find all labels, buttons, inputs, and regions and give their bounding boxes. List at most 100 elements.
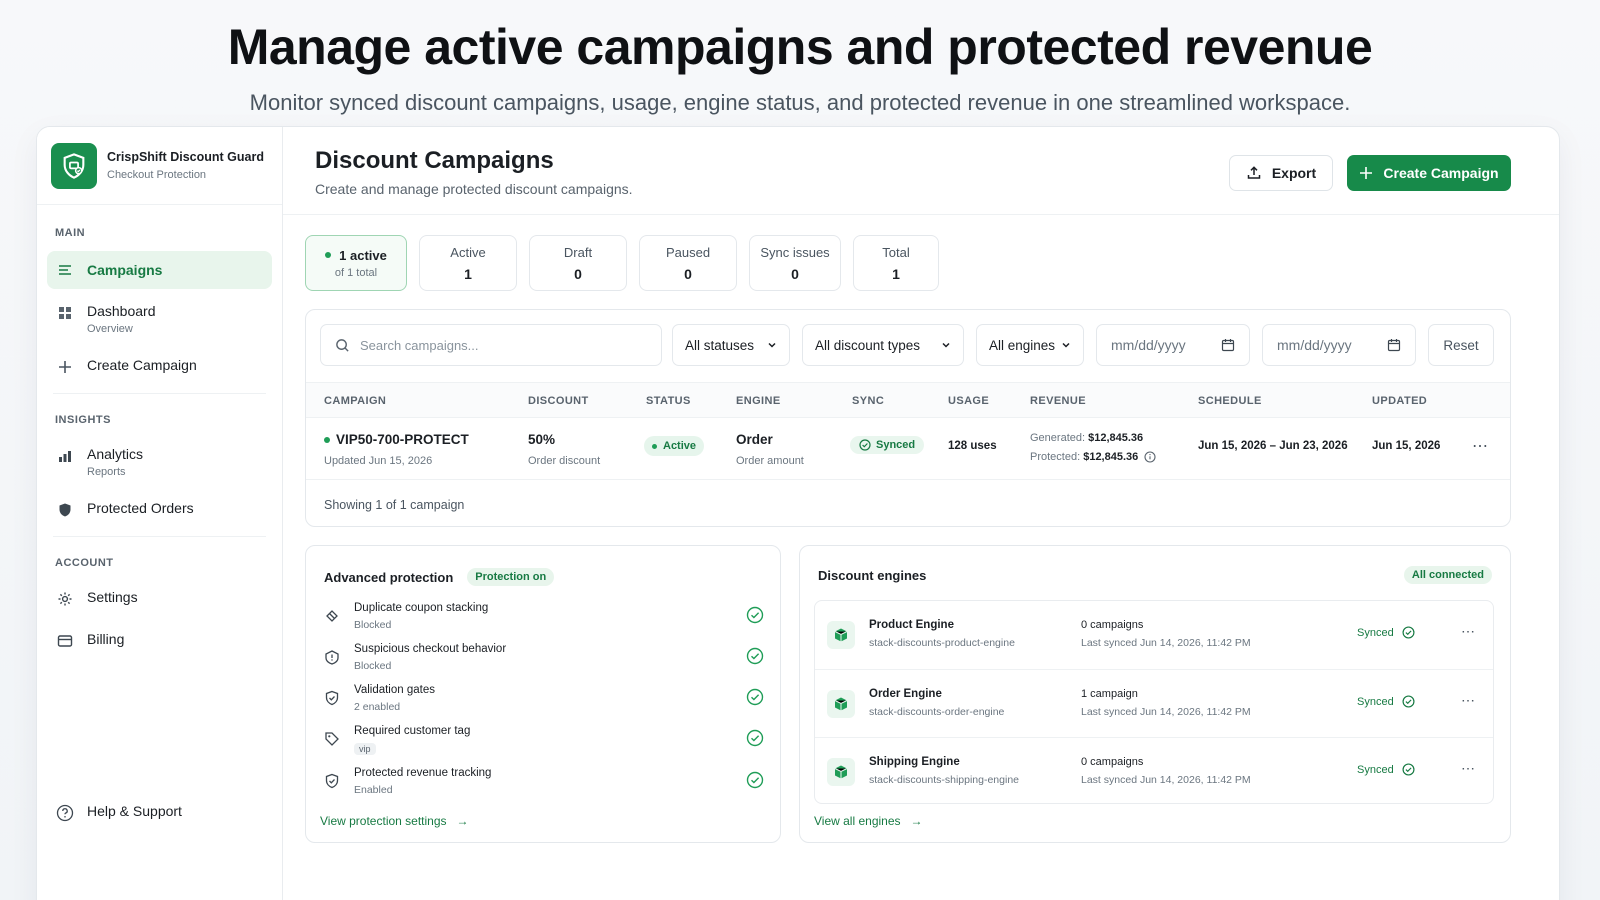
- sidebar-item-sublabel: Overview: [87, 323, 133, 335]
- sidebar-item-sublabel: Reports: [87, 466, 126, 478]
- table-row[interactable]: VIP50-700-PROTECT Updated Jun 15, 2026 5…: [306, 418, 1510, 480]
- app-window: CrispShift Discount Guard Checkout Prote…: [36, 126, 1560, 900]
- stat-value: 1: [464, 265, 472, 282]
- search-input[interactable]: [360, 337, 620, 353]
- engine-more-icon[interactable]: ⋯: [1461, 760, 1476, 777]
- protection-item-suspicious-checkout[interactable]: Suspicious checkout behavior Blocked: [324, 643, 764, 683]
- export-button[interactable]: Export: [1229, 155, 1333, 191]
- search-box[interactable]: [320, 324, 662, 366]
- protection-item-revenue-tracking[interactable]: Protected revenue tracking Enabled: [324, 767, 764, 807]
- divider: [53, 393, 266, 394]
- create-campaign-label: Create Campaign: [1383, 165, 1499, 181]
- help-icon: [55, 803, 75, 823]
- search-icon: [335, 338, 350, 353]
- reset-button[interactable]: Reset: [1428, 324, 1494, 366]
- grid-icon: [55, 303, 75, 323]
- sidebar-item-label: Protected Orders: [87, 500, 194, 516]
- column-header[interactable]: ENGINE: [736, 395, 781, 407]
- column-header[interactable]: SYNC: [852, 395, 884, 407]
- stat-active[interactable]: Active 1: [419, 235, 517, 291]
- sidebar-item-billing[interactable]: Billing: [47, 623, 272, 659]
- protection-item-tag: vip: [354, 743, 376, 755]
- date-from-input[interactable]: mm/dd/yyyy: [1096, 324, 1250, 366]
- engine-row-order[interactable]: Order Engine stack-discounts-order-engin…: [815, 669, 1493, 737]
- status-dot: [652, 443, 657, 449]
- date-from-placeholder: mm/dd/yyyy: [1111, 337, 1186, 353]
- table-header: CAMPAIGN DISCOUNT STATUS ENGINE SYNC USA…: [306, 382, 1510, 418]
- sidebar-item-protected-orders[interactable]: Protected Orders: [47, 492, 272, 528]
- sidebar: CrispShift Discount Guard Checkout Prote…: [37, 127, 283, 900]
- protection-status-badge: Protection on: [467, 568, 555, 586]
- sidebar-item-dashboard[interactable]: Dashboard Overview: [47, 295, 272, 343]
- campaign-updated: Updated Jun 15, 2026: [324, 455, 433, 467]
- sidebar-item-analytics[interactable]: Analytics Reports: [47, 438, 272, 486]
- schedule-cell: Jun 15, 2026 – Jun 23, 2026: [1198, 440, 1348, 452]
- sidebar-item-settings[interactable]: Settings: [47, 581, 272, 617]
- hero-title: Manage active campaigns and protected re…: [227, 19, 1373, 75]
- sidebar-item-label: Help & Support: [87, 803, 182, 819]
- calendar-icon: [1387, 338, 1401, 352]
- stat-summary[interactable]: 1 active of 1 total: [305, 235, 407, 291]
- stat-sync-issues[interactable]: Sync issues 0: [749, 235, 841, 291]
- list-icon: [55, 260, 75, 280]
- view-all-engines-link[interactable]: View all engines →: [814, 814, 923, 828]
- engine-row-product[interactable]: Product Engine stack-discounts-product-e…: [815, 601, 1493, 669]
- info-icon[interactable]: [1144, 451, 1156, 463]
- sync-badge: Synced: [850, 436, 925, 454]
- sidebar-item-create-campaign[interactable]: Create Campaign: [47, 349, 272, 385]
- stat-draft[interactable]: Draft 0: [529, 235, 627, 291]
- date-to-input[interactable]: mm/dd/yyyy: [1262, 324, 1416, 366]
- create-campaign-button[interactable]: Create Campaign: [1347, 155, 1511, 191]
- column-header[interactable]: SCHEDULE: [1198, 395, 1262, 407]
- usage-cell: 128 uses: [948, 440, 997, 452]
- row-more-icon[interactable]: ⋯: [1472, 436, 1489, 456]
- brand-name: CrispShift Discount Guard: [107, 150, 264, 164]
- campaigns-table-card: All statuses All discount types All engi…: [305, 309, 1511, 527]
- discount-type: Order discount: [528, 455, 601, 467]
- shield-logo-icon: [51, 142, 97, 189]
- stat-summary-sub: of 1 total: [334, 266, 378, 279]
- engine-campaign-count: 0 campaigns: [1081, 756, 1144, 768]
- protection-item-status: Blocked: [354, 619, 392, 631]
- stat-value: 0: [574, 265, 582, 282]
- protection-item-customer-tag[interactable]: Required customer tag vip: [324, 725, 764, 765]
- discount-type-select[interactable]: All discount types: [802, 324, 964, 366]
- nav-section-main: MAIN: [55, 227, 86, 239]
- stat-total[interactable]: Total 1: [853, 235, 939, 291]
- column-header[interactable]: DISCOUNT: [528, 395, 589, 407]
- column-header[interactable]: STATUS: [646, 395, 691, 407]
- sidebar-item-campaigns[interactable]: Campaigns: [47, 251, 272, 289]
- stat-summary-label: 1 active: [325, 248, 387, 263]
- updated-cell: Jun 15, 2026: [1372, 440, 1441, 452]
- stat-value: 0: [791, 265, 799, 282]
- engines-list: Product Engine stack-discounts-product-e…: [814, 600, 1494, 804]
- tag-badge: vip: [354, 743, 376, 755]
- status-dot: [324, 436, 330, 443]
- engine-more-icon[interactable]: ⋯: [1461, 623, 1476, 640]
- status-select[interactable]: All statuses: [672, 324, 790, 366]
- nav-section-account: ACCOUNT: [55, 557, 114, 569]
- card-title: Discount engines: [818, 568, 927, 583]
- protection-item-status: Enabled: [354, 784, 393, 796]
- engine-select[interactable]: All engines: [976, 324, 1084, 366]
- column-header[interactable]: UPDATED: [1372, 395, 1427, 407]
- engine-campaign-count: 1 campaign: [1081, 688, 1138, 700]
- sidebar-item-label: Settings: [87, 589, 138, 605]
- column-header[interactable]: CAMPAIGN: [324, 395, 386, 407]
- protection-item-duplicate-stacking[interactable]: Duplicate coupon stacking Blocked: [324, 602, 764, 642]
- column-header[interactable]: REVENUE: [1030, 395, 1086, 407]
- column-header[interactable]: USAGE: [948, 395, 989, 407]
- stat-label: Active: [450, 244, 486, 260]
- check-circle-icon: [1402, 626, 1415, 639]
- engine-more-icon[interactable]: ⋯: [1461, 692, 1476, 709]
- engine-slug: stack-discounts-shipping-engine: [869, 774, 1019, 786]
- sidebar-item-help[interactable]: Help & Support: [47, 795, 190, 831]
- engine-row-shipping[interactable]: Shipping Engine stack-discounts-shipping…: [815, 737, 1493, 805]
- view-protection-settings-link[interactable]: View protection settings →: [320, 814, 469, 828]
- protection-item-title: Required customer tag: [354, 725, 471, 737]
- protection-item-validation-gates[interactable]: Validation gates 2 enabled: [324, 684, 764, 724]
- sidebar-item-label: Billing: [87, 631, 125, 647]
- stat-paused[interactable]: Paused 0: [639, 235, 737, 291]
- campaign-name[interactable]: VIP50-700-PROTECT: [336, 432, 469, 447]
- campaign-cell[interactable]: VIP50-700-PROTECT Updated Jun 15, 2026: [324, 432, 469, 467]
